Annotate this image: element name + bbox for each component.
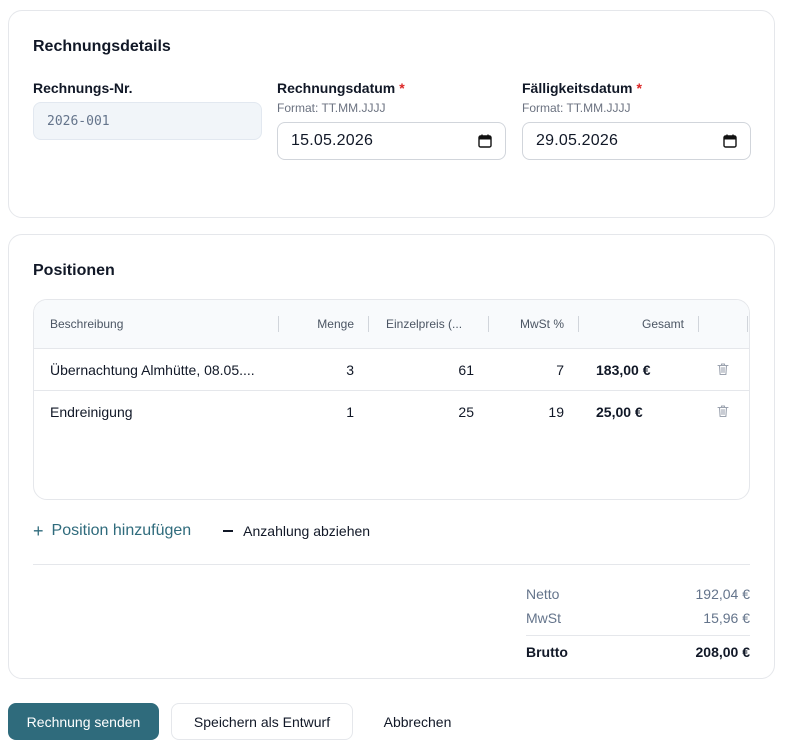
cancel-button[interactable]: Abbrechen <box>365 703 470 740</box>
row-total: 25,00 € <box>596 404 643 420</box>
required-marker: * <box>399 80 405 96</box>
vat-label: MwSt <box>526 610 561 626</box>
vat-value: 15,96 € <box>703 610 750 626</box>
invoice-date-label: Rechnungsdatum * <box>277 80 405 96</box>
positions-actions: + Position hinzufügen Anzahlung abziehen <box>33 521 370 541</box>
invoice-number-value: 2026-001 <box>47 113 110 129</box>
due-date-input[interactable]: 29.05.2026 <box>522 122 751 160</box>
positions-card: Positionen Beschreibung Menge Einzelprei… <box>8 234 775 679</box>
column-header-total[interactable]: Gesamt <box>578 300 684 349</box>
vat-row: MwSt 15,96 € <box>526 606 750 630</box>
plus-icon: + <box>33 521 44 541</box>
invoice-date-hint: Format: TT.MM.JJJJ <box>277 101 386 115</box>
row-vat[interactable]: 19 <box>488 391 564 433</box>
calendar-icon[interactable] <box>723 134 737 148</box>
row-description[interactable]: Endreinigung <box>50 391 133 433</box>
table-row[interactable]: Endreinigung 1 25 19 25,00 € <box>34 391 749 433</box>
add-position-button[interactable]: + Position hinzufügen <box>33 522 191 540</box>
positions-title: Positionen <box>33 262 115 279</box>
invoice-details-card: Rechnungsdetails Rechnungs-Nr. 2026-001 … <box>8 10 775 218</box>
row-total: 183,00 € <box>596 362 651 378</box>
column-header-vat[interactable]: MwSt % <box>488 300 564 349</box>
table-header: Beschreibung Menge Einzelpreis (... MwSt… <box>34 300 749 349</box>
column-resizer[interactable] <box>747 316 748 332</box>
gross-value: 208,00 € <box>695 644 751 660</box>
net-row: Netto 192,04 € <box>526 582 750 606</box>
column-resizer[interactable] <box>698 316 699 332</box>
net-label: Netto <box>526 586 560 602</box>
invoice-date-input[interactable]: 15.05.2026 <box>277 122 506 160</box>
trash-icon[interactable] <box>716 362 730 376</box>
invoice-date-field: Rechnungsdatum * Format: TT.MM.JJJJ 15.05… <box>277 78 506 160</box>
required-marker: * <box>636 80 642 96</box>
gross-row: Brutto 208,00 € <box>526 635 750 665</box>
invoice-number-label: Rechnungs-Nr. <box>33 80 133 96</box>
trash-icon[interactable] <box>716 404 730 418</box>
invoice-date-value: 15.05.2026 <box>291 132 374 149</box>
table-row[interactable]: Übernachtung Almhütte, 08.05.... 3 61 7 … <box>34 349 749 391</box>
add-position-label: Position hinzufügen <box>51 522 192 539</box>
row-unit-price[interactable]: 61 <box>386 349 474 391</box>
due-date-value: 29.05.2026 <box>536 132 619 149</box>
due-date-label: Fälligkeitsdatum * <box>522 80 642 96</box>
invoice-number-field: Rechnungs-Nr. 2026-001 <box>33 78 262 140</box>
net-value: 192,04 € <box>695 586 751 602</box>
row-vat[interactable]: 7 <box>488 349 564 391</box>
invoice-details-title: Rechnungsdetails <box>33 38 171 55</box>
calendar-icon[interactable] <box>478 134 492 148</box>
row-quantity[interactable]: 3 <box>278 349 354 391</box>
gross-label: Brutto <box>526 644 568 660</box>
row-quantity[interactable]: 1 <box>278 391 354 433</box>
due-date-hint: Format: TT.MM.JJJJ <box>522 101 631 115</box>
send-invoice-button[interactable]: Rechnung senden <box>8 703 159 740</box>
save-draft-button[interactable]: Speichern als Entwurf <box>171 703 353 740</box>
minus-icon <box>223 530 234 532</box>
divider <box>33 564 750 565</box>
deduct-deposit-button[interactable]: Anzahlung abziehen <box>223 523 370 539</box>
row-unit-price[interactable]: 25 <box>386 391 474 433</box>
column-resizer[interactable] <box>368 316 369 332</box>
column-header-unit-price[interactable]: Einzelpreis (... <box>386 300 462 349</box>
deduct-deposit-label: Anzahlung abziehen <box>243 523 371 539</box>
due-date-field: Fälligkeitsdatum * Format: TT.MM.JJJJ 29.… <box>522 78 751 160</box>
column-header-description[interactable]: Beschreibung <box>50 300 123 349</box>
invoice-number-input: 2026-001 <box>33 102 262 140</box>
column-header-quantity[interactable]: Menge <box>278 300 354 349</box>
positions-table: Beschreibung Menge Einzelpreis (... MwSt… <box>33 299 750 500</box>
row-description[interactable]: Übernachtung Almhütte, 08.05.... <box>50 349 255 391</box>
totals-summary: Netto 192,04 € MwSt 15,96 € Brutto 208,0… <box>526 582 750 665</box>
